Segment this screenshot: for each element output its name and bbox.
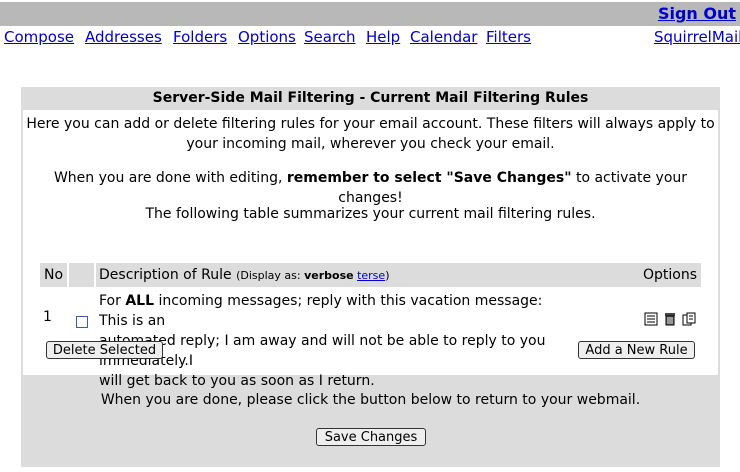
- footer-text: When you are done, please click the butt…: [100, 392, 641, 408]
- panel-content: Here you can add or delete filtering rul…: [23, 110, 718, 389]
- reminder-prefix: When you are done with editing,: [53, 170, 287, 186]
- panel-title: Server-Side Mail Filtering - Current Mai…: [152, 90, 589, 106]
- nav-squirrelmail[interactable]: SquirrelMail: [654, 28, 740, 46]
- edit-icon[interactable]: [644, 312, 658, 326]
- reminder: When you are done with editing, remember…: [23, 168, 718, 208]
- col-no-header: No: [40, 263, 67, 287]
- nav-bar: Compose Addresses Folders Options Search…: [0, 28, 740, 48]
- col-check-header: [69, 263, 94, 287]
- nav-addresses[interactable]: Addresses: [85, 28, 162, 46]
- trash-icon[interactable]: [663, 312, 677, 326]
- display-as-prefix: (Display as:: [236, 269, 305, 282]
- nav-options[interactable]: Options: [238, 28, 296, 46]
- copy-icon[interactable]: [682, 312, 696, 326]
- nav-calendar[interactable]: Calendar: [410, 28, 477, 46]
- top-bar: [0, 2, 740, 26]
- rule-text-line1: incoming messages; reply with this vacat…: [99, 293, 543, 329]
- save-changes-button[interactable]: Save Changes: [316, 428, 426, 446]
- intro-line-1: Here you can add or delete filtering rul…: [26, 116, 715, 132]
- display-verbose: verbose: [304, 269, 354, 282]
- rule-text-line3: will get back to you as soon as I return…: [99, 373, 375, 389]
- display-terse-link[interactable]: terse: [357, 269, 385, 282]
- rule-number: 1: [43, 309, 52, 325]
- add-new-rule-button[interactable]: Add a New Rule: [578, 341, 695, 359]
- col-desc-label: Description of Rule: [99, 267, 232, 283]
- col-desc-header: Description of Rule (Display as: verbose…: [96, 263, 640, 287]
- nav-filters[interactable]: Filters: [486, 28, 531, 46]
- filters-panel: Server-Side Mail Filtering - Current Mai…: [21, 87, 720, 467]
- intro-line-2: your incoming mail, wherever you check y…: [186, 136, 555, 152]
- reminder-bold: remember to select "Save Changes": [286, 170, 572, 186]
- rule-text-prefix: For: [99, 293, 126, 309]
- rule-select-checkbox[interactable]: [76, 316, 88, 328]
- nav-help[interactable]: Help: [366, 28, 400, 46]
- summary-text: The following table summarizes your curr…: [145, 206, 596, 222]
- nav-folders[interactable]: Folders: [173, 28, 227, 46]
- delete-selected-button[interactable]: Delete Selected: [46, 341, 163, 359]
- rule-text-bold: ALL: [125, 293, 155, 309]
- rule-description: For ALL incoming messages; reply with th…: [99, 291, 569, 391]
- col-options-header: Options: [639, 263, 701, 287]
- display-as-suffix: ): [385, 269, 390, 282]
- nav-search[interactable]: Search: [304, 28, 356, 46]
- rule-text-line2: automated reply; I am away and will not …: [99, 333, 546, 369]
- sign-out-link[interactable]: Sign Out: [658, 4, 736, 23]
- nav-compose[interactable]: Compose: [4, 28, 74, 46]
